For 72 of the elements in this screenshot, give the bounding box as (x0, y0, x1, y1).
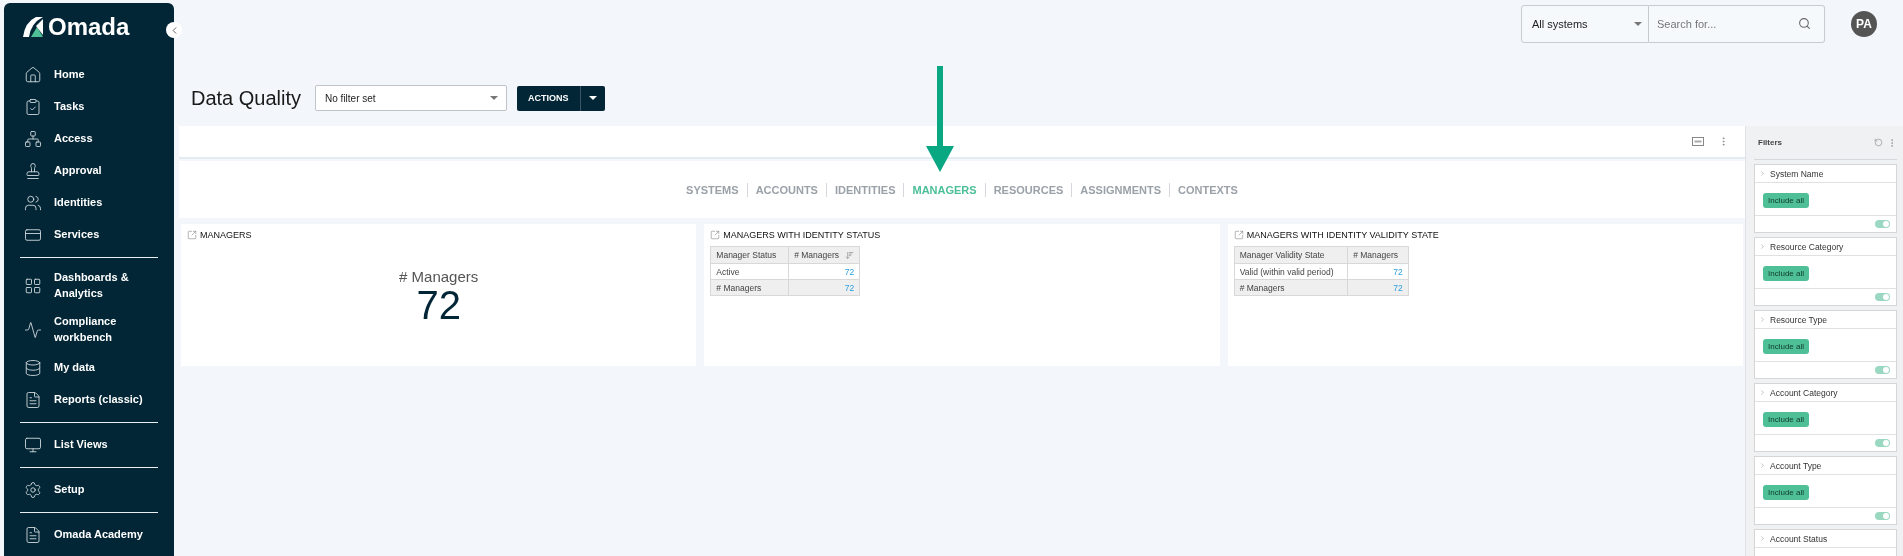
nav-item[interactable]: Dashboards & Analytics (20, 264, 158, 308)
nav-item[interactable]: Compliance workbench (20, 307, 158, 352)
table-cell: Valid (within valid period) (1234, 264, 1348, 279)
toggle-switch[interactable] (1875, 220, 1890, 228)
nav-item[interactable]: Approval (20, 155, 158, 187)
nav-item[interactable]: My data (20, 351, 158, 384)
collapse-button[interactable] (166, 22, 182, 38)
column-header[interactable]: # Managers (789, 247, 860, 263)
nav-item[interactable]: Identities (20, 187, 158, 219)
system-select[interactable]: All systems (1521, 4, 1649, 43)
nav-item[interactable]: Home (20, 59, 158, 91)
pdf-icon[interactable] (1692, 137, 1704, 146)
chevron-right-icon (1759, 462, 1766, 469)
user-avatar[interactable]: PA (1851, 10, 1877, 37)
panel-title: MANAGERS WITH IDENTITY STATUS (723, 230, 881, 240)
table-cell: # Managers (711, 280, 789, 295)
nav-item[interactable]: Access (20, 123, 158, 155)
include-all-chip[interactable]: Include all (1763, 412, 1810, 427)
settings-icon (24, 480, 42, 499)
network-icon (24, 130, 42, 148)
expand-icon[interactable] (710, 230, 721, 240)
users-icon (24, 194, 42, 212)
toggle-switch[interactable] (1875, 512, 1890, 520)
nav-item[interactable]: Omada Academy (20, 518, 158, 551)
database-icon (24, 358, 42, 377)
include-all-chip[interactable]: Include all (1763, 339, 1810, 354)
nav-item[interactable]: Setup (20, 473, 158, 506)
toggle-switch[interactable] (1875, 366, 1890, 374)
expand-icon[interactable] (187, 230, 197, 240)
chevron-right-icon (1759, 535, 1766, 542)
document-icon (24, 525, 42, 544)
chevron-right-icon (1759, 389, 1766, 396)
kpi-value: 72 (416, 285, 461, 325)
panel-title: MANAGERS (200, 230, 252, 240)
pulse-icon (24, 320, 42, 339)
card-icon (24, 226, 42, 244)
chevron-right-icon (1759, 316, 1766, 323)
chevron-right-icon (1759, 170, 1766, 177)
nav-item[interactable]: List Views (20, 428, 158, 461)
filters-title: Filters (1758, 138, 1782, 147)
page-title: Data Quality (191, 86, 302, 110)
include-all-chip[interactable]: Include all (1763, 266, 1810, 281)
table-cell: # Managers (1234, 280, 1348, 295)
kpi-label: # Managers (399, 268, 479, 285)
search-icon[interactable] (1798, 16, 1811, 30)
column-header[interactable]: Manager Status (711, 247, 789, 263)
clipboard-icon (24, 98, 42, 116)
nav-item[interactable]: Reports (classic) (20, 383, 158, 416)
logo-text: Omada (48, 13, 130, 41)
toggle-switch[interactable] (1875, 439, 1890, 447)
expand-icon[interactable] (1233, 230, 1244, 240)
toggle-switch[interactable] (1875, 293, 1890, 301)
stamp-icon (24, 162, 42, 180)
nav-item[interactable]: Tasks (20, 91, 158, 123)
document-icon (24, 390, 42, 409)
column-header[interactable]: Manager Validity State (1234, 247, 1348, 263)
table-cell: Active (711, 264, 789, 279)
actions-button[interactable]: ACTIONS (517, 85, 605, 111)
search-field[interactable]: Search for... (1649, 4, 1825, 43)
nav-item[interactable]: Services (20, 219, 158, 251)
filter-select[interactable]: No filter set (315, 85, 508, 111)
reset-icon[interactable] (1874, 137, 1883, 147)
panel-title: MANAGERS WITH IDENTITY VALIDITY STATE (1246, 230, 1439, 240)
include-all-chip[interactable]: Include all (1763, 485, 1810, 500)
monitor-icon (24, 435, 42, 454)
include-all-chip[interactable]: Include all (1763, 193, 1810, 208)
logo-icon (22, 16, 44, 38)
chevron-right-icon (1759, 243, 1766, 250)
sort-icon[interactable] (845, 250, 855, 260)
home-icon (24, 66, 42, 84)
grid-icon (24, 276, 42, 295)
column-header[interactable]: # Managers (1348, 247, 1408, 263)
